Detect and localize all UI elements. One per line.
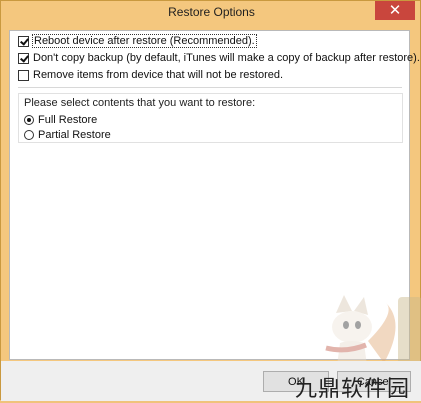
restore-contents-prompt: Please select contents that you want to … [24,97,256,109]
full-restore-label: Full Restore [38,114,98,126]
close-button[interactable]: ✕ [375,1,415,20]
divider [18,87,402,88]
remove-items-option[interactable]: Remove items from device that will not b… [18,67,283,83]
partial-restore-option[interactable]: Partial Restore [24,128,111,142]
window-title: Restore Options [168,5,255,19]
no-backup-label: Don't copy backup (by default, iTunes wi… [33,52,420,64]
reboot-label: Reboot device after restore (Recommended… [32,34,257,48]
title-bar[interactable]: Restore Options ✕ [1,1,421,25]
restore-options-dialog: Restore Options ✕ Reboot device after re… [0,0,421,402]
remove-items-label: Remove items from device that will not b… [33,69,284,81]
watermark-text: 九鼎软件园 [295,377,411,402]
full-restore-radio[interactable] [24,115,34,125]
no-backup-option[interactable]: Don't copy backup (by default, iTunes wi… [18,50,420,66]
reboot-option[interactable]: Reboot device after restore (Recommended… [18,33,257,49]
close-icon: ✕ [388,2,402,19]
remove-items-checkbox[interactable] [18,69,29,81]
restore-contents-group: Please select contents that you want to … [18,93,403,143]
partial-restore-radio[interactable] [24,130,34,140]
full-restore-option[interactable]: Full Restore [24,113,97,127]
partial-restore-label: Partial Restore [38,129,111,141]
reboot-checkbox[interactable] [18,35,29,47]
dialog-content: Reboot device after restore (Recommended… [9,30,421,387]
no-backup-checkbox[interactable] [18,52,29,64]
